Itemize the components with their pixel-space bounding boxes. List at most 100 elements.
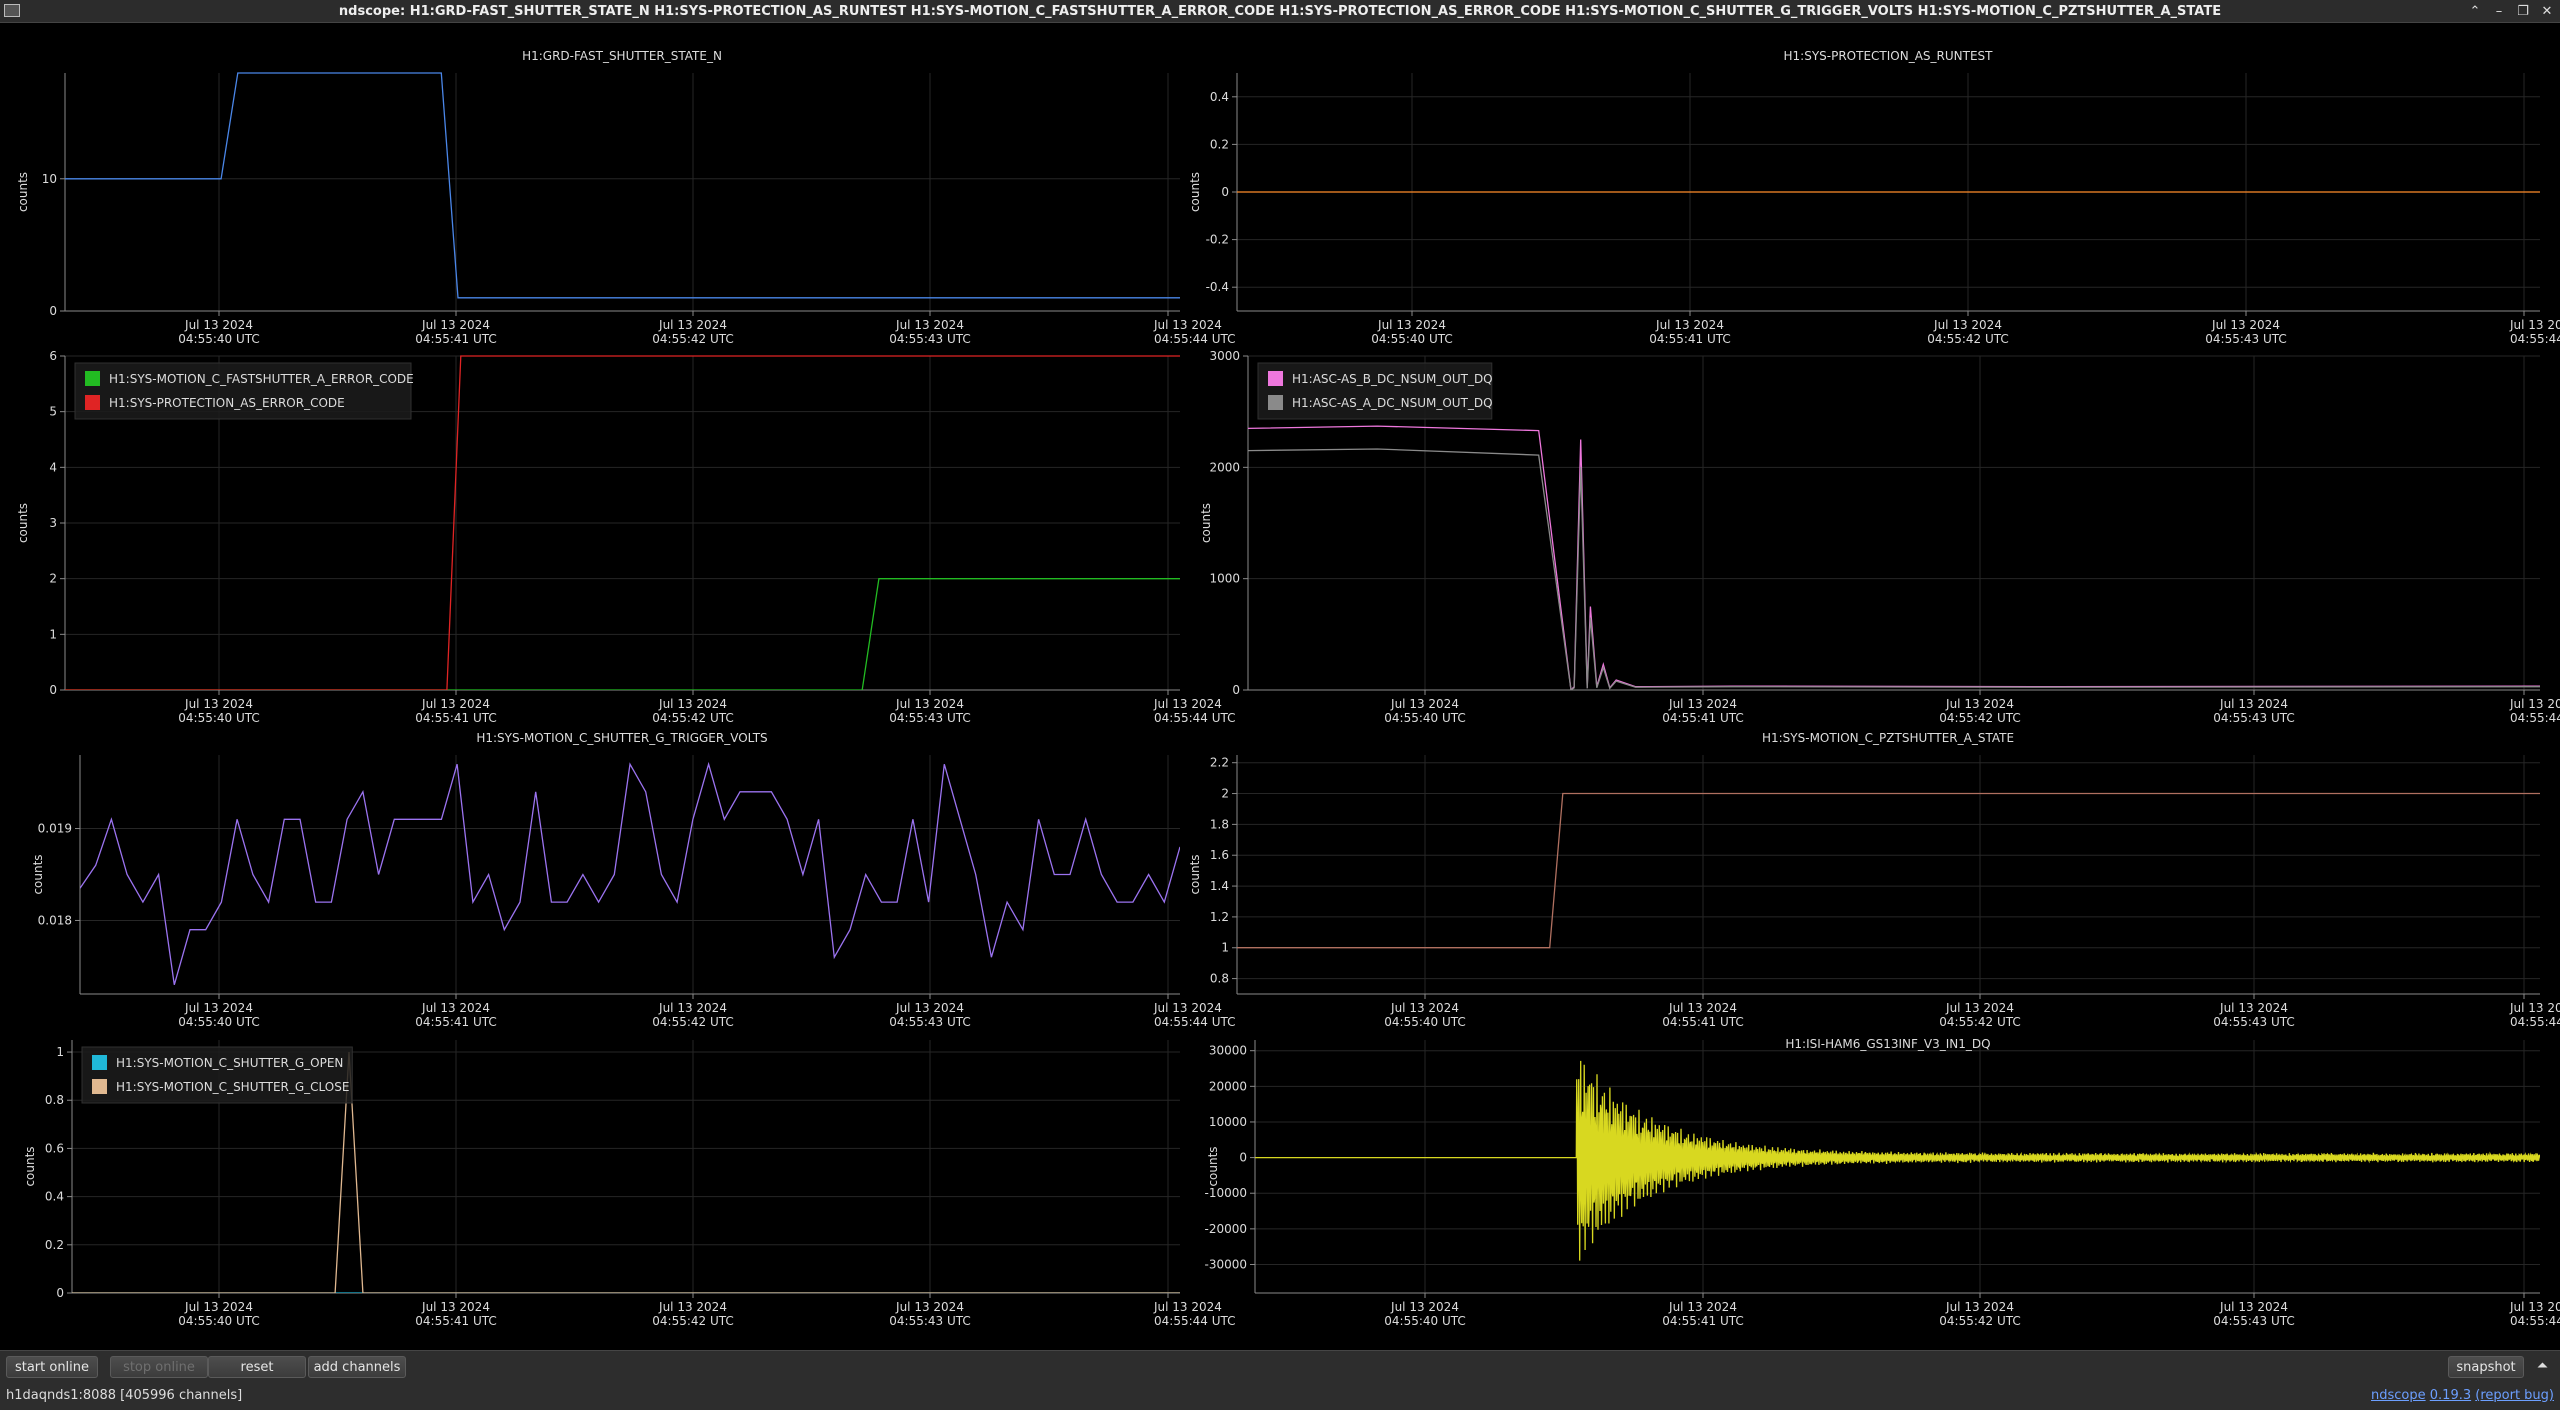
y-tick-label: -10000 xyxy=(1204,1186,1247,1200)
y-axis-label: counts xyxy=(16,172,30,212)
x-tick-label-date: Jul 13 2024 xyxy=(2219,697,2288,711)
x-tick-label-date: Jul 13 2024 xyxy=(2219,1300,2288,1314)
maximize-window-icon[interactable]: ❐ xyxy=(2516,4,2530,19)
x-tick-label-date: Jul 13 2024 xyxy=(184,1001,253,1015)
x-tick-label-time: 04:55:44 UTC xyxy=(1154,332,1236,346)
x-tick-label-date: Jul 13 2024 xyxy=(1945,1300,2014,1314)
legend-swatch xyxy=(1268,371,1283,386)
stop-online-button[interactable]: stop online xyxy=(110,1356,208,1378)
x-tick-label-date: Jul 13 2024 xyxy=(1668,1300,1737,1314)
y-tick-label: 0.8 xyxy=(1210,972,1229,986)
x-tick-label-time: 04:55:41 UTC xyxy=(415,1015,497,1029)
x-tick-label-date: Jul 13 2024 xyxy=(1153,1001,1222,1015)
x-tick-label-time: 04:55:41 UTC xyxy=(415,1314,497,1328)
x-tick-label-time: 04:55:40 UTC xyxy=(1384,1015,1466,1029)
legend-label: H1:SYS-PROTECTION_AS_ERROR_CODE xyxy=(109,396,345,410)
x-tick-label-time: 04:55:42 UTC xyxy=(652,711,734,725)
series-line xyxy=(1255,1060,2540,1261)
y-tick-label: 2 xyxy=(49,572,57,586)
x-tick-label-date: Jul 13 2024 xyxy=(658,318,727,332)
y-tick-label: 2000 xyxy=(1209,460,1240,474)
x-tick-label-date: Jul 13 2024 xyxy=(1390,1300,1459,1314)
plot-title: H1:SYS-PROTECTION_AS_RUNTEST xyxy=(1784,49,1994,63)
x-tick-label-date: Jul 13 2024 xyxy=(1668,697,1737,711)
y-axis-label: counts xyxy=(1188,172,1202,212)
plots-canvas[interactable]: 010Jul 13 202404:55:40 UTCJul 13 202404:… xyxy=(0,23,2560,1350)
x-tick-label-time: 04:55:43 UTC xyxy=(2205,332,2287,346)
report-bug-link[interactable]: (report bug) xyxy=(2475,1388,2554,1403)
y-axis-label: counts xyxy=(16,503,30,543)
y-axis-label: counts xyxy=(1188,854,1202,894)
y-tick-label: 0.2 xyxy=(1210,137,1229,151)
y-tick-label: 0.018 xyxy=(38,913,72,927)
legend-swatch xyxy=(92,1079,107,1094)
y-tick-label: 0 xyxy=(1239,1151,1247,1165)
y-tick-label: 0.4 xyxy=(45,1190,64,1204)
y-tick-label: 1.6 xyxy=(1210,848,1229,862)
snapshot-button[interactable]: snapshot xyxy=(2448,1356,2524,1378)
reset-button[interactable]: reset xyxy=(208,1356,306,1378)
x-tick-label-time: 04:55:40 UTC xyxy=(1384,1314,1466,1328)
plot-grid[interactable]: 0 10 Jul 13 2024 04:55:40 UTC Jul 13 2024 04:… xyxy=(0,23,2560,1350)
y-tick-label: -0.2 xyxy=(1206,233,1229,247)
legend-swatch xyxy=(1268,395,1283,410)
y-tick-label: 1 xyxy=(49,627,57,641)
start-online-button[interactable]: start online xyxy=(6,1356,98,1378)
y-tick-label: 0 xyxy=(49,683,57,697)
x-tick-label-time: 04:55:40 UTC xyxy=(1371,332,1453,346)
x-tick-label-date: Jul 13 2024 xyxy=(421,697,490,711)
y-tick-label: 0 xyxy=(1232,683,1240,697)
x-tick-label-date: Jul 13 2024 xyxy=(184,1300,253,1314)
y-tick-label: 0.8 xyxy=(45,1093,64,1107)
minimize-window-icon[interactable]: – xyxy=(2492,4,2506,19)
legend-swatch xyxy=(92,1055,107,1070)
x-tick-label-time: 04:55:42 UTC xyxy=(1927,332,2009,346)
x-tick-label-time: 04:55:43 UTC xyxy=(889,711,971,725)
legend-label: H1:SYS-MOTION_C_FASTSHUTTER_A_ERROR_CODE xyxy=(109,372,414,386)
x-tick-label-time: 04:55:44 UTC xyxy=(1154,1015,1236,1029)
x-tick-label-time: 04:55:40 UTC xyxy=(178,1015,260,1029)
window-titlebar: ndscope: H1:GRD-FAST_SHUTTER_STATE_N H1:… xyxy=(0,0,2560,23)
legend-label: H1:SYS-MOTION_C_SHUTTER_G_CLOSE xyxy=(116,1080,349,1094)
series-line xyxy=(80,761,1180,985)
x-tick-label-time: 04:55:41 UTC xyxy=(415,332,497,346)
x-tick-label-date: Jul 13 2024 xyxy=(1933,318,2002,332)
version-link[interactable]: 0.19.3 xyxy=(2430,1388,2471,1403)
ndscope-link[interactable]: ndscope xyxy=(2371,1388,2426,1403)
y-tick-label: 20000 xyxy=(1209,1079,1247,1093)
legend-label: H1:SYS-MOTION_C_SHUTTER_G_OPEN xyxy=(116,1056,343,1070)
y-tick-label: 10000 xyxy=(1209,1115,1247,1129)
window-title: ndscope: H1:GRD-FAST_SHUTTER_STATE_N H1:… xyxy=(338,3,2222,19)
x-tick-label-date: Jul 13 2024 xyxy=(2219,1001,2288,1015)
close-window-icon[interactable]: ✕ xyxy=(2540,4,2554,19)
x-tick-label-time: 04:55:40 UTC xyxy=(178,711,260,725)
x-tick-label-time: 04:55:41 UTC xyxy=(1649,332,1731,346)
app-icon xyxy=(4,4,20,17)
y-tick-label: 10 xyxy=(42,172,57,186)
series-line xyxy=(1248,425,2540,690)
y-tick-label: 1.8 xyxy=(1210,817,1229,831)
shade-window-icon[interactable]: ⌃ xyxy=(2468,4,2482,19)
y-tick-label: 0 xyxy=(1221,185,1229,199)
plot-title: H1:GRD-FAST_SHUTTER_STATE_N xyxy=(522,49,722,63)
x-tick-label-time: 04:55:44 UTC xyxy=(1154,711,1236,725)
y-tick-label: 2 xyxy=(1221,787,1229,801)
y-axis-label: counts xyxy=(23,1146,37,1186)
y-tick-label: 0.019 xyxy=(38,822,72,836)
y-tick-label: 6 xyxy=(49,349,57,363)
x-tick-label-date: Jul 13 2024 xyxy=(658,1001,727,1015)
x-tick-label-time: 04:55:40 UTC xyxy=(178,1314,260,1328)
x-tick-label-date: Jul 13 2024 xyxy=(184,697,253,711)
series-line xyxy=(65,72,1180,299)
collapse-arrow-icon[interactable]: ⏶ xyxy=(2537,1358,2548,1374)
x-tick-label-date: Jul 13 2024 xyxy=(1377,318,1446,332)
x-tick-label-time: 04:55:44 UTC xyxy=(2510,711,2560,725)
add-channels-button[interactable]: add channels xyxy=(308,1356,406,1378)
legend-swatch xyxy=(85,395,100,410)
x-tick-label-date: Jul 13 2024 xyxy=(2509,1300,2560,1314)
x-tick-label-date: Jul 13 2024 xyxy=(658,1300,727,1314)
y-tick-label: 0 xyxy=(49,304,57,318)
y-tick-label: 0.4 xyxy=(1210,90,1229,104)
x-tick-label-time: 04:55:43 UTC xyxy=(889,1314,971,1328)
y-tick-label: -20000 xyxy=(1204,1222,1247,1236)
